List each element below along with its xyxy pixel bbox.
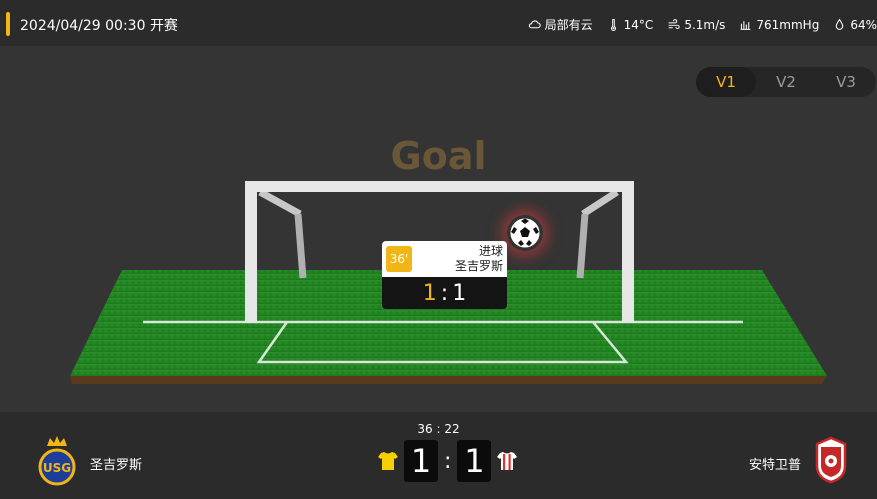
event-card-header: 36' 进球 圣吉罗斯 [382, 241, 507, 277]
match-header: 2024/04/29 00:30 开赛 局部有云 14°C 5.1m/s 761… [0, 0, 877, 46]
thermometer-icon [610, 19, 616, 31]
score-separator: : [444, 448, 452, 474]
goal-right-post [622, 181, 634, 323]
weather-condition-text: 局部有云 [544, 18, 593, 32]
pressure-icon [741, 21, 751, 30]
event-description: 进球 圣吉罗斯 [412, 244, 503, 274]
home-team-name[interactable]: 圣吉罗斯 [90, 454, 142, 473]
goal-right-back-post [576, 213, 589, 279]
wind-text: 5.1m/s [684, 17, 726, 32]
home-logo-lettering: USG [43, 461, 71, 475]
home-team-logo[interactable]: USG [33, 434, 81, 486]
match-animation-stage: V1 V2 V3 Goal 36' 进球 圣吉罗斯 1: 1 [0, 46, 877, 412]
pitch-illustration [70, 181, 827, 384]
goal-left-back-post [294, 213, 307, 279]
weather-wind: 5.1m/s [667, 16, 725, 33]
goal-left-post [245, 181, 257, 323]
weather-humidity: 64% [833, 16, 877, 33]
event-away-score: 1 [452, 280, 467, 306]
event-score-separator: : [440, 280, 449, 306]
kickoff-time: 2024/04/29 00:30 开赛 [20, 18, 178, 34]
wind-icon [668, 19, 680, 30]
droplet-icon [836, 18, 844, 30]
goal-crossbar [245, 181, 634, 192]
cloud-icon [528, 20, 541, 29]
away-team-logo[interactable] [814, 436, 848, 484]
pitch-soil-edge [70, 376, 827, 384]
score-display: 1 : 1 [377, 440, 518, 482]
pressure-text: 761mmHg [756, 17, 820, 32]
weather-pressure: 761mmHg [739, 16, 819, 33]
home-jersey-icon [378, 452, 398, 470]
event-card-score: 1 : 1 [382, 277, 507, 309]
header-accent-bar [6, 12, 10, 36]
goal-right-back-stay [581, 189, 619, 217]
weather-temperature: 14°C [607, 16, 654, 33]
ball-icon [507, 215, 543, 251]
away-jersey-icon [497, 452, 518, 470]
event-team: 圣吉罗斯 [454, 259, 503, 273]
temperature-text: 14°C [623, 17, 654, 32]
away-team-name[interactable]: 安特卫普 [749, 454, 801, 473]
match-clock: 36 : 22 [417, 422, 460, 436]
weather-condition: 局部有云 [528, 16, 593, 33]
scoreboard: USG 圣吉罗斯 36 : 22 1 : 1 安特卫普 [0, 412, 877, 499]
event-minute-badge: 36' [386, 246, 412, 272]
goal-event-card: 36' 进球 圣吉罗斯 1 : 1 [382, 241, 507, 311]
home-score: 1 [404, 440, 438, 482]
goal-left-back-stay [258, 188, 302, 218]
event-type: 进球 [478, 244, 503, 258]
weather-bar: 局部有云 14°C 5.1m/s 761mmHg 64% [528, 16, 877, 33]
event-home-score: 1 [422, 280, 437, 306]
away-score: 1 [457, 440, 492, 482]
humidity-text: 64% [850, 17, 877, 32]
